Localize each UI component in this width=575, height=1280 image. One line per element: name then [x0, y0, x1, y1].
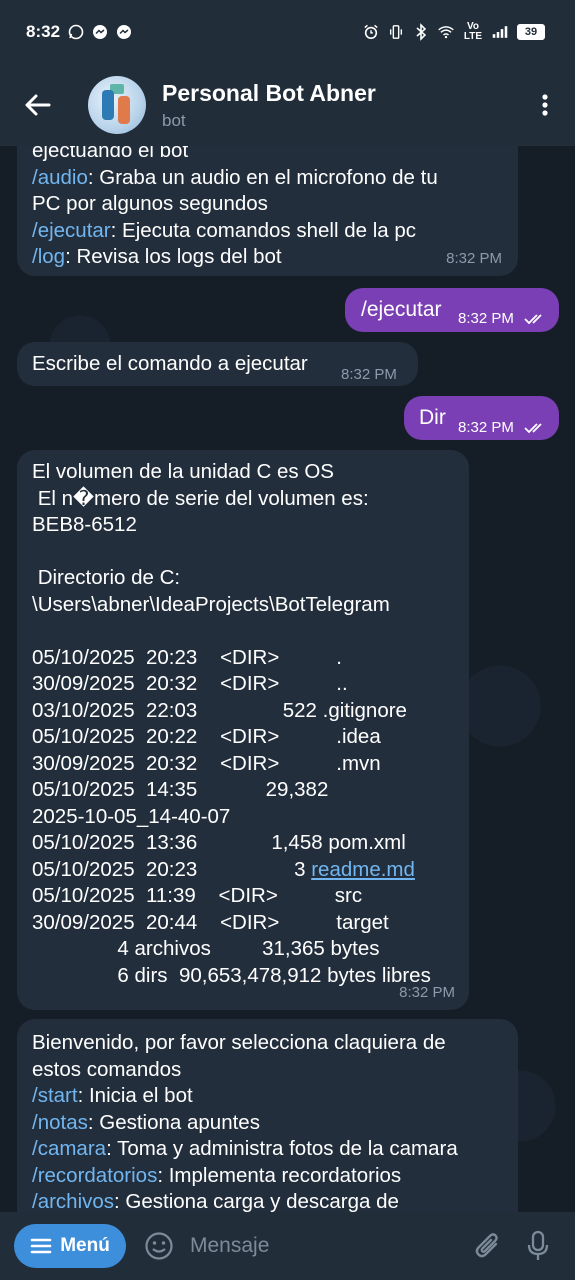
message-line: \Users\abner\IdeaProjects\BotTelegram: [32, 592, 390, 616]
voice-message-button[interactable]: [513, 1221, 563, 1271]
messenger-icon: [116, 24, 132, 40]
message-line: [32, 618, 461, 645]
message-time: 8:32 PM: [341, 366, 397, 383]
message-line: 05/10/2025 11:39 <DIR> src: [32, 884, 363, 907]
message-line: /start: Inicia el bot: [32, 1084, 193, 1107]
message-line: /log: Revisa los logs del bot: [32, 245, 282, 268]
status-bar: 8:32 Vo LTE 39: [0, 0, 575, 64]
signal-icon: [492, 24, 508, 40]
command-link[interactable]: /audio: [32, 166, 88, 189]
command-link[interactable]: /recordatorios: [32, 1164, 157, 1187]
message-line: Bienvenido, por favor selecciona claquie…: [32, 1031, 446, 1054]
message-line: 05/10/2025 20:23 <DIR> .: [32, 645, 342, 669]
message-line: BEB8-6512: [32, 513, 137, 536]
messenger-icon: [92, 24, 108, 40]
menu-icon: [30, 1238, 52, 1254]
message-line: [32, 539, 461, 566]
message-line: 05/10/2025 13:36 1,458 pom.xml: [32, 831, 406, 854]
message-bubble-incoming[interactable]: El volumen de la unidad C es OS El n�mer…: [17, 450, 469, 1010]
chat-title: Personal Bot Abner: [162, 79, 376, 106]
back-button[interactable]: [0, 64, 76, 146]
vibrate-icon: [388, 24, 404, 40]
emoji-button[interactable]: [142, 1229, 176, 1263]
chat-title-block[interactable]: Personal Bot Abner bot: [162, 80, 515, 131]
message-input[interactable]: [190, 1226, 463, 1266]
command-link[interactable]: /camara: [32, 1137, 106, 1160]
message-text: /ejecutar: [361, 298, 442, 321]
message-time: 8:32 PM: [399, 983, 455, 1001]
command-link[interactable]: /ejecutar: [32, 219, 111, 242]
status-time: 8:32: [26, 22, 61, 41]
read-ticks-icon: [524, 314, 542, 325]
message-line: /audio: Graba un audio en el microfono d…: [32, 165, 438, 189]
message-line: ejectuando el bot: [32, 146, 189, 162]
readme-link[interactable]: readme.md: [311, 858, 415, 881]
composer-bar: Menú: [0, 1212, 575, 1280]
bot-menu-button[interactable]: Menú: [14, 1224, 126, 1268]
chat-subtitle: bot: [162, 110, 186, 130]
message-line: 30/09/2025 20:32 <DIR> ..: [32, 672, 348, 695]
message-time: 8:32 PM: [458, 419, 514, 436]
more-options-button[interactable]: [515, 64, 575, 146]
command-link[interactable]: /notas: [32, 1111, 88, 1134]
menu-label: Menú: [60, 1235, 110, 1256]
bluetooth-icon: [413, 23, 429, 41]
message-time: 8:32 PM: [458, 310, 514, 327]
message-line: Directorio de C:: [32, 566, 181, 589]
chat-header: Personal Bot Abner bot: [0, 64, 575, 146]
message-time: 8:32 PM: [446, 249, 502, 267]
message-line: 30/09/2025 20:44 <DIR> target: [32, 910, 389, 934]
emoji-icon: [145, 1232, 173, 1260]
message-line: /notas: Gestiona apuntes: [32, 1110, 260, 1134]
mic-icon: [527, 1230, 549, 1260]
message-line: 03/10/2025 22:03 522 .gitignore: [32, 698, 407, 722]
battery-icon: 39: [517, 24, 545, 40]
avatar[interactable]: [88, 76, 146, 134]
more-vertical-icon: [542, 94, 548, 116]
command-link[interactable]: /archivos: [32, 1190, 114, 1212]
message-list[interactable]: ejectuando el bot /audio: Graba un audio…: [0, 146, 575, 1212]
message-text: Dir: [419, 406, 446, 429]
command-link[interactable]: /log: [32, 245, 65, 268]
wifi-icon: [438, 24, 454, 40]
message-bubble-outgoing[interactable]: Dir 8:32 PM: [404, 396, 559, 440]
alarm-icon: [363, 24, 379, 40]
message-line: 05/10/2025 20:22 <DIR> .idea: [32, 725, 381, 748]
message-line: /ejecutar: Ejecuta comandos shell de la …: [32, 218, 417, 242]
read-ticks-icon: [524, 423, 542, 434]
message-line: El n�mero de serie del volumen es:: [32, 486, 369, 510]
attach-icon: [475, 1233, 498, 1258]
message-text: Escribe el comando a ejecutar: [32, 352, 308, 375]
message-line: 30/09/2025 20:32 <DIR> .mvn: [32, 751, 381, 775]
message-line: /recordatorios: Implementa recordatorios: [32, 1163, 402, 1187]
back-arrow-icon: [25, 94, 51, 116]
message-bubble-incoming[interactable]: Escribe el comando a ejecutar 8:32 PM: [17, 342, 418, 386]
message-line: /archivos: Gestiona carga y descarga de: [32, 1190, 399, 1212]
whatsapp-icon: [68, 24, 84, 40]
attach-button[interactable]: [463, 1221, 513, 1271]
message-line: 4 archivos 31,365 bytes: [32, 937, 380, 960]
message-line: El volumen de la unidad C es OS: [32, 460, 334, 483]
message-line: 2025-10-05_14-40-07: [32, 804, 231, 828]
message-line: 6 dirs 90,653,478,912 bytes libres: [32, 963, 431, 987]
message-line: 05/10/2025 14:35 29,382: [32, 778, 329, 801]
message-line: 05/10/2025 20:23 3 readme.md: [32, 857, 415, 881]
command-link[interactable]: /start: [32, 1084, 78, 1107]
message-line: estos comandos: [32, 1057, 182, 1081]
message-bubble-incoming[interactable]: ejectuando el bot /audio: Graba un audio…: [17, 146, 518, 276]
message-line: /camara: Toma y administra fotos de la c…: [32, 1137, 458, 1160]
message-line: PC por algunos segundos: [32, 192, 268, 215]
message-bubble-incoming[interactable]: Bienvenido, por favor selecciona claquie…: [17, 1019, 518, 1212]
message-bubble-outgoing[interactable]: /ejecutar 8:32 PM: [345, 288, 559, 332]
network-type: Vo LTE: [463, 21, 483, 42]
